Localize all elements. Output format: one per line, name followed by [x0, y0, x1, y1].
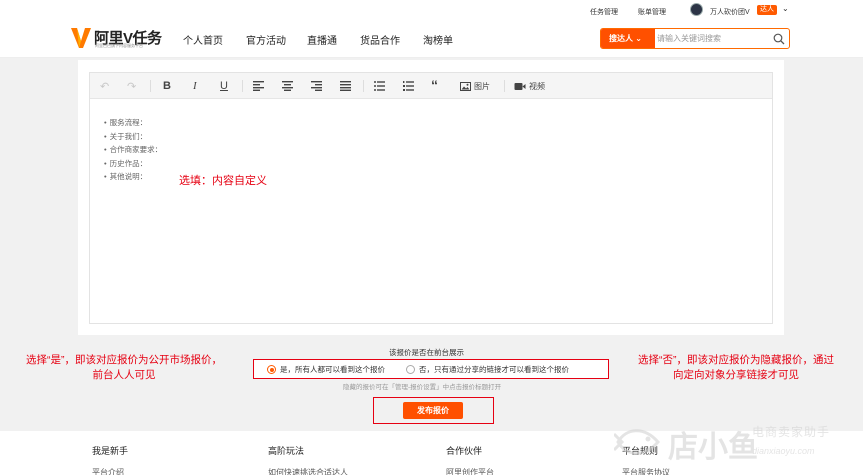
site-header: 阿里V任务 阿里巴巴旗下内容服务平台 个人首页 官方活动 直播通 货品合作 淘榜… — [0, 20, 863, 58]
nav-live[interactable]: 直播通 — [307, 32, 337, 47]
left-annotation-line1: 选择“是”，即该对应报价为公开市场报价， — [26, 354, 222, 366]
footer-link-intro[interactable]: 平台介绍 — [92, 467, 124, 475]
footer-heading-advanced: 高阶玩法 — [268, 446, 305, 456]
radio-hidden[interactable] — [406, 365, 415, 374]
list-item: 合作商家要求： — [104, 143, 163, 157]
left-annotation-line2: 前台人人可见 — [92, 369, 156, 381]
insert-video-button[interactable]: 视频 — [514, 79, 545, 93]
quote-icon[interactable]: “ — [431, 77, 438, 93]
watermark-brand: 店小鱼 — [668, 431, 758, 464]
radio-public-label[interactable]: 是，所有人都可以看到这个报价 — [280, 364, 385, 375]
username[interactable]: 万人砍价团V — [710, 7, 750, 17]
publish-highlight: 发布报价 — [373, 397, 494, 424]
list-item: 关于我们： — [104, 130, 162, 144]
watermark-url: dianxiaoyu.com — [752, 446, 815, 456]
nav-ranking[interactable]: 淘榜单 — [423, 32, 453, 47]
video-label: 视频 — [529, 81, 545, 91]
radio-public[interactable] — [267, 365, 276, 374]
footer-link-advanced[interactable]: 如何快速挑选合适达人 — [268, 467, 348, 475]
undo-icon[interactable]: ↶ — [100, 79, 109, 93]
align-justify-icon[interactable] — [340, 79, 351, 93]
toolbar-divider — [504, 80, 505, 92]
insert-image-button[interactable]: 图片 — [460, 79, 490, 93]
search-box: 搜达人 ⌄ — [600, 28, 790, 49]
rich-text-editor[interactable]: ↶ ↷ B I U “ 图片 视频 • 服务流程： • 关于我们： • 合作商家… — [89, 72, 773, 324]
publish-quote-button[interactable]: 发布报价 — [403, 402, 463, 419]
watermark: 店小鱼 电商卖家助手 dianxiaoyu.com — [612, 418, 862, 468]
list-item: 历史作品： — [104, 157, 162, 171]
top-utility-bar: 任务管理 账单管理 万人砍价团V 达人 ⌄ — [0, 0, 863, 20]
logo-subtitle: 阿里巴巴旗下内容服务平台 — [95, 43, 143, 48]
logo-v-icon[interactable] — [70, 26, 92, 50]
radio-hidden-label[interactable]: 否，只有通过分享的链接才可以看到这个报价 — [419, 364, 569, 375]
numbered-list-icon[interactable] — [403, 79, 414, 93]
editor-toolbar: ↶ ↷ B I U “ 图片 视频 — [90, 73, 772, 99]
footer-link-rules[interactable]: 平台服务协议 — [622, 467, 670, 475]
image-icon — [460, 81, 471, 91]
align-right-icon[interactable] — [311, 79, 322, 93]
list-item: 其他说明： — [104, 170, 162, 184]
right-annotation-line2: 向定向对象分享链接才可见 — [673, 369, 799, 381]
fish-logo-icon — [614, 429, 660, 455]
nav-goods[interactable]: 货品合作 — [360, 32, 400, 47]
italic-icon[interactable]: I — [193, 79, 197, 93]
bold-icon[interactable]: B — [163, 79, 171, 93]
right-annotation: 选择“否”，即该对应报价为隐藏报价，通过 向定向对象分享链接才可见 — [620, 353, 852, 383]
footer-heading-newbie: 我是新手 — [92, 446, 129, 456]
avatar[interactable] — [690, 3, 703, 16]
editor-content-list: 服务流程： 关于我们： 合作商家要求： 历史作品： 其他说明： — [104, 116, 163, 184]
search-input[interactable] — [657, 31, 767, 46]
right-annotation-line1: 选择“否”，即该对应报价为隐藏报价，通过 — [638, 354, 834, 366]
nav-home[interactable]: 个人首页 — [183, 32, 223, 47]
image-label: 图片 — [474, 81, 490, 91]
redo-icon[interactable]: ↷ — [127, 79, 136, 93]
toolbar-divider — [242, 80, 243, 92]
hidden-quote-note: 隐藏的报价可在「管理-报价设置」中点击报价标题打开 — [343, 384, 502, 391]
footer-link-partners[interactable]: 阿里创作平台 — [446, 467, 494, 475]
display-setting-title: 该报价是否在前台展示 — [389, 348, 464, 357]
toolbar-divider — [150, 80, 151, 92]
nav-activities[interactable]: 官方活动 — [246, 32, 286, 47]
toolbar-divider — [363, 80, 364, 92]
chevron-down-icon[interactable]: ⌄ — [782, 4, 789, 13]
left-annotation: 选择“是”，即该对应报价为公开市场报价， 前台人人可见 — [8, 353, 240, 383]
task-manage-link[interactable]: 任务管理 — [590, 7, 618, 17]
search-icon[interactable] — [773, 33, 785, 45]
video-icon — [514, 82, 526, 90]
bill-manage-link[interactable]: 账单管理 — [638, 7, 666, 17]
search-scope-select[interactable]: 搜达人 ⌄ — [601, 29, 655, 48]
bullet-list-icon[interactable] — [374, 79, 385, 93]
display-option-group: 是，所有人都可以看到这个报价 否，只有通过分享的链接才可以看到这个报价 — [253, 359, 609, 379]
talent-badge: 达人 — [757, 5, 777, 15]
underline-icon[interactable]: U — [220, 79, 228, 93]
align-left-icon[interactable] — [253, 79, 264, 93]
footer-heading-partners: 合作伙伴 — [446, 446, 483, 456]
align-center-icon[interactable] — [282, 79, 293, 93]
optional-hint: 选填：内容自定义 — [179, 175, 267, 187]
list-item: 服务流程： — [104, 116, 162, 130]
watermark-tagline: 电商卖家助手 — [752, 425, 831, 439]
